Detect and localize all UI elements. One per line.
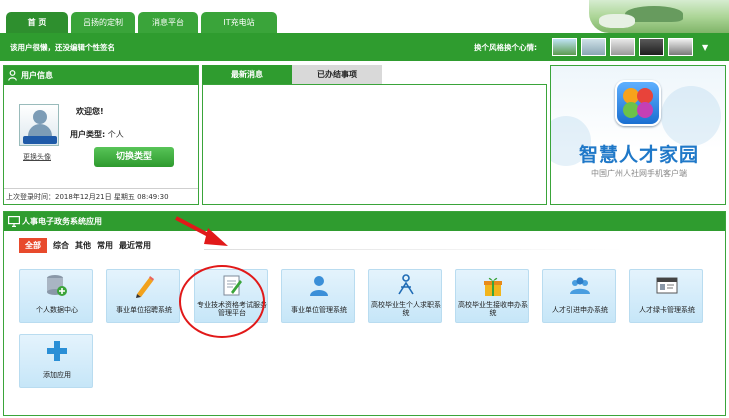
filter-common[interactable]: 常用 xyxy=(97,238,113,253)
apps-panel: 人事电子政务系统应用 全部 综合 其他 常用 最近常用 个人数据中心 事业单位招… xyxy=(3,211,726,416)
top-navigation: 首 页 吕扬的定制 消息平台 IT充电站 xyxy=(0,0,729,33)
user-icon xyxy=(8,70,17,81)
app-label: 人才绿卡管理系统 xyxy=(639,306,695,314)
app-institution-management[interactable]: 事业单位管理系统 xyxy=(281,269,355,323)
plus-icon xyxy=(47,341,67,361)
monitor-icon xyxy=(8,216,20,227)
news-tabs: 最新消息 已办结事项 xyxy=(202,65,382,84)
gift-icon xyxy=(484,277,502,296)
tab-custom[interactable]: 吕扬的定制 xyxy=(71,12,135,33)
app-graduate-job-seeking[interactable]: 高校毕业生个人求职系统 xyxy=(368,269,442,323)
user-info-panel: 用户信息 更换头像 欢迎您! 用户类型: 个人 切换类型 上次登录时间：2018… xyxy=(3,65,199,205)
signature-bar: 该用户很懒，还没编辑个性签名 换个风格换个心情: ▼ xyxy=(0,33,729,61)
figure-icon xyxy=(398,274,414,295)
divider xyxy=(204,249,624,250)
user-type-label: 用户类型: xyxy=(70,130,106,139)
filter-general[interactable]: 综合 xyxy=(53,238,69,253)
app-filters: 全部 综合 其他 常用 最近常用 xyxy=(19,238,151,253)
style-thumb-plane[interactable] xyxy=(581,38,606,56)
welcome-text: 欢迎您! xyxy=(76,107,104,116)
style-thumb-landscape[interactable] xyxy=(552,38,577,56)
change-avatar-link[interactable]: 更换头像 xyxy=(23,152,51,162)
switch-type-button[interactable]: 切换类型 xyxy=(94,147,174,167)
promo-title: 智慧人才家园 xyxy=(578,144,699,166)
user-info-title: 用户信息 xyxy=(21,71,53,80)
app-logo-icon xyxy=(615,80,661,126)
chevron-down-icon[interactable]: ▼ xyxy=(702,43,708,52)
add-app-button[interactable]: 添加应用 xyxy=(19,334,93,388)
style-switch-label: 换个风格换个心情: xyxy=(474,43,537,52)
app-label: 添加应用 xyxy=(43,371,71,379)
news-content xyxy=(202,84,547,205)
tab-latest-news[interactable]: 最新消息 xyxy=(202,65,292,84)
style-thumb-car[interactable] xyxy=(610,38,635,56)
app-graduate-reception[interactable]: 高校毕业生接收申办系统 xyxy=(455,269,529,323)
style-thumb-dark-car[interactable] xyxy=(639,38,664,56)
header-decoration xyxy=(589,0,729,33)
group-icon xyxy=(570,277,590,294)
app-label: 事业单位招聘系统 xyxy=(116,306,172,314)
user-type: 用户类型: 个人 xyxy=(70,129,124,140)
main-tabs: 首 页 吕扬的定制 消息平台 IT充电站 xyxy=(6,12,277,33)
card-icon xyxy=(656,277,678,294)
app-label: 高校毕业生个人求职系统 xyxy=(371,301,441,317)
mobile-app-promo[interactable]: 智慧人才家园 中国广州人社网手机客户端 xyxy=(550,65,726,205)
style-thumb-silver-car[interactable] xyxy=(668,38,693,56)
app-personal-data-center[interactable]: 个人数据中心 xyxy=(19,269,93,323)
app-label: 高校毕业生接收申办系统 xyxy=(458,301,528,317)
apps-panel-header: 人事电子政务系统应用 xyxy=(4,212,725,231)
user-type-value: 个人 xyxy=(107,130,124,139)
signature-prompt[interactable]: 该用户很懒，还没编辑个性签名 xyxy=(10,42,115,53)
app-talent-introduction[interactable]: 人才引进申办系统 xyxy=(542,269,616,323)
filter-other[interactable]: 其他 xyxy=(75,238,91,253)
app-institution-recruitment[interactable]: 事业单位招聘系统 xyxy=(106,269,180,323)
news-panel: 最新消息 已办结事项 xyxy=(202,65,547,205)
last-login-time: 上次登录时间：2018年12月21日 星期五 08:49:30 xyxy=(4,188,198,205)
person-icon xyxy=(310,276,328,296)
app-talent-green-card[interactable]: 人才绿卡管理系统 xyxy=(629,269,703,323)
tab-completed-items[interactable]: 已办结事项 xyxy=(292,65,382,84)
database-add-icon xyxy=(47,275,67,296)
red-arrow-annotation xyxy=(175,216,228,246)
apps-panel-title: 人事电子政务系统应用 xyxy=(22,217,102,226)
pencil-icon xyxy=(136,276,154,298)
promo-subtitle: 中国广州人社网手机客户端 xyxy=(591,169,687,178)
app-label: 事业单位管理系统 xyxy=(291,306,347,314)
tab-it-station[interactable]: IT充电站 xyxy=(201,12,277,33)
user-info-header: 用户信息 xyxy=(4,66,198,85)
avatar xyxy=(19,104,59,146)
tab-home[interactable]: 首 页 xyxy=(6,12,68,33)
style-thumbnails xyxy=(552,38,693,56)
red-circle-annotation xyxy=(179,265,265,338)
filter-recent[interactable]: 最近常用 xyxy=(119,238,151,253)
app-label: 个人数据中心 xyxy=(36,306,78,314)
app-label: 人才引进申办系统 xyxy=(552,306,608,314)
tab-messages[interactable]: 消息平台 xyxy=(138,12,198,33)
filter-all[interactable]: 全部 xyxy=(19,238,47,253)
